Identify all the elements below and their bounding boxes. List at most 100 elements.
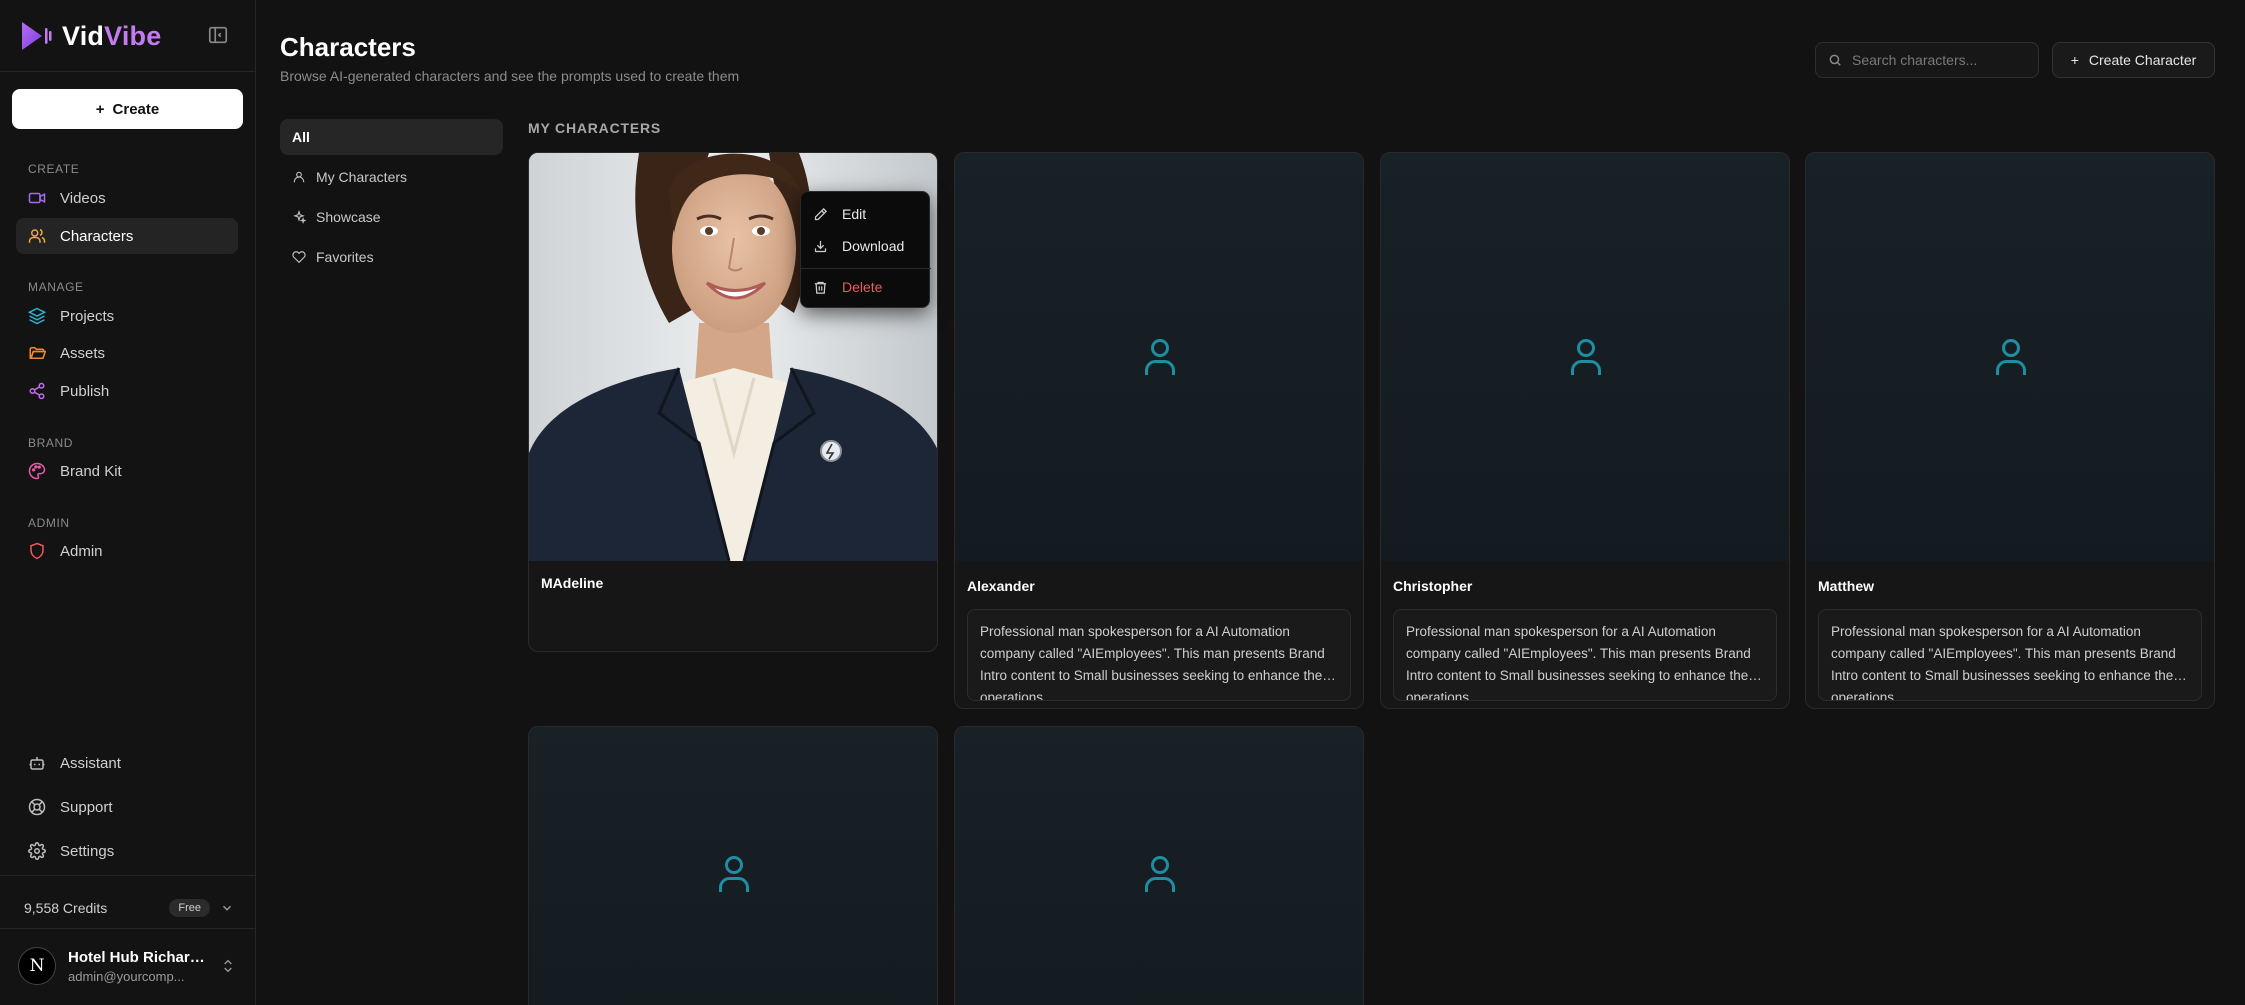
layers-icon — [28, 307, 46, 325]
character-prompt: Professional man spokesperson for a AI A… — [967, 609, 1351, 701]
sidebar-item-videos[interactable]: Videos — [16, 180, 238, 216]
credits-count: 9,558 Credits — [24, 900, 108, 916]
sidebar-item-assets[interactable]: Assets — [16, 335, 238, 371]
plan-badge: Free — [169, 899, 210, 917]
sidebar-item-label: Projects — [60, 307, 115, 325]
search-icon — [1829, 54, 1841, 66]
character-prompt: Professional man spokesperson for a AI A… — [1818, 609, 2202, 701]
sidebar-toggle-icon — [208, 26, 228, 44]
section-label-create: CREATE — [28, 162, 80, 176]
download-icon — [814, 240, 827, 252]
avatar: N — [18, 947, 56, 985]
gear-icon — [28, 842, 46, 860]
sidebar-item-support[interactable]: Support — [16, 789, 238, 825]
video-camera-icon — [28, 192, 46, 204]
character-name: MAdeline — [541, 575, 604, 591]
sidebar-item-settings[interactable]: Settings — [16, 833, 238, 869]
create-button-label: Create — [112, 100, 160, 118]
filter-label: Showcase — [316, 209, 381, 225]
character-placeholder — [955, 153, 1363, 561]
search-input[interactable] — [1852, 52, 2022, 68]
character-card[interactable] — [954, 726, 1364, 1005]
character-prompt: Professional man spokesperson for a AI A… — [1393, 609, 1777, 701]
plus-icon: + — [95, 100, 105, 118]
sidebar-item-label: Admin — [60, 542, 103, 560]
sidebar-item-label: Characters — [60, 227, 134, 245]
filter-favorites[interactable]: Favorites — [280, 239, 503, 275]
filter-showcase[interactable]: Showcase — [280, 199, 503, 235]
logo-icon — [22, 22, 52, 50]
sidebar-item-projects[interactable]: Projects — [16, 298, 238, 334]
brand-logo[interactable]: VidVibe — [20, 18, 161, 54]
character-placeholder — [955, 727, 1363, 1005]
user-menu[interactable]: N Hotel Hub Richard... admin@yourcomp... — [18, 942, 238, 990]
search-box[interactable] — [1815, 42, 2039, 78]
sidebar-item-publish[interactable]: Publish — [16, 373, 238, 409]
menu-item-delete[interactable]: Delete — [801, 272, 931, 302]
user-info: Hotel Hub Richard... admin@yourcomp... — [68, 949, 208, 984]
create-button[interactable]: + Create — [12, 89, 243, 129]
folder-open-icon — [29, 347, 46, 359]
sidebar-item-label: Settings — [60, 842, 115, 860]
divider — [0, 71, 256, 72]
user-email: admin@yourcomp... — [68, 968, 185, 984]
filter-my-characters[interactable]: My Characters — [280, 159, 503, 195]
character-card[interactable] — [528, 726, 938, 1005]
create-character-label: Create Character — [2088, 52, 2197, 68]
share-icon — [29, 382, 45, 400]
heart-icon — [292, 251, 306, 264]
character-placeholder — [529, 727, 937, 1005]
filter-all[interactable]: All — [280, 119, 503, 155]
page-subtitle: Browse AI-generated characters and see t… — [280, 68, 740, 84]
card-context-menu: Edit Download Delete — [800, 191, 931, 308]
divider — [0, 875, 256, 876]
create-character-button[interactable]: + Create Character — [2052, 42, 2215, 78]
sidebar-item-label: Support — [60, 798, 113, 816]
sidebar-item-label: Videos — [60, 189, 106, 207]
plus-icon: + — [2070, 52, 2079, 68]
character-card[interactable]: Christopher Professional man spokesperso… — [1380, 152, 1790, 709]
sidebar-item-admin[interactable]: Admin — [16, 533, 238, 569]
menu-item-edit[interactable]: Edit — [801, 199, 931, 229]
filter-label: My Characters — [316, 169, 408, 185]
sidebar-item-label: Assets — [60, 344, 106, 362]
credits-display[interactable]: 9,558 Credits Free — [24, 895, 234, 921]
menu-item-label: Download — [842, 238, 905, 254]
app: VidVibe + Create CREATE Videos Character… — [0, 0, 2245, 1005]
users-icon — [28, 228, 46, 243]
palette-icon — [28, 462, 46, 480]
menu-item-download[interactable]: Download — [801, 231, 931, 261]
user-placeholder-icon — [1145, 339, 1175, 375]
user-name: Hotel Hub Richard... — [68, 948, 208, 966]
brand-name-part1: Vid — [62, 20, 105, 51]
character-card[interactable]: Matthew Professional man spokesperson fo… — [1805, 152, 2215, 709]
chevrons-up-down-icon — [224, 959, 232, 973]
brand-name: VidVibe — [62, 21, 161, 52]
page-title: Characters — [280, 32, 416, 62]
section-label-manage: MANAGE — [28, 280, 84, 294]
brand-name-part2: Vibe — [104, 20, 162, 51]
collapse-sidebar-button[interactable] — [207, 24, 231, 48]
divider — [0, 928, 256, 929]
user-placeholder-icon — [1996, 339, 2026, 375]
user-placeholder-icon — [1571, 339, 1601, 375]
character-name: Matthew — [1818, 578, 1874, 594]
sparkles-icon — [293, 210, 306, 224]
filter-label: Favorites — [316, 249, 374, 265]
menu-divider — [801, 268, 931, 269]
bot-icon — [29, 757, 45, 770]
sidebar-item-assistant[interactable]: Assistant — [16, 745, 238, 781]
character-card[interactable]: Alexander Professional man spokesperson … — [954, 152, 1364, 709]
sidebar-item-brand-kit[interactable]: Brand Kit — [16, 453, 238, 489]
filter-label: All — [292, 129, 310, 145]
sidebar-item-label: Assistant — [60, 754, 121, 772]
character-placeholder — [1381, 153, 1789, 561]
section-heading-my-characters: MY CHARACTERS — [528, 120, 662, 136]
sidebar: VidVibe + Create CREATE Videos Character… — [0, 0, 256, 1005]
sidebar-item-characters[interactable]: Characters — [16, 218, 238, 254]
user-placeholder-icon — [1145, 856, 1175, 892]
sidebar-item-label: Brand Kit — [60, 462, 122, 480]
shield-icon — [30, 542, 44, 560]
section-label-admin: ADMIN — [28, 516, 70, 530]
chevron-down-icon — [222, 905, 232, 911]
